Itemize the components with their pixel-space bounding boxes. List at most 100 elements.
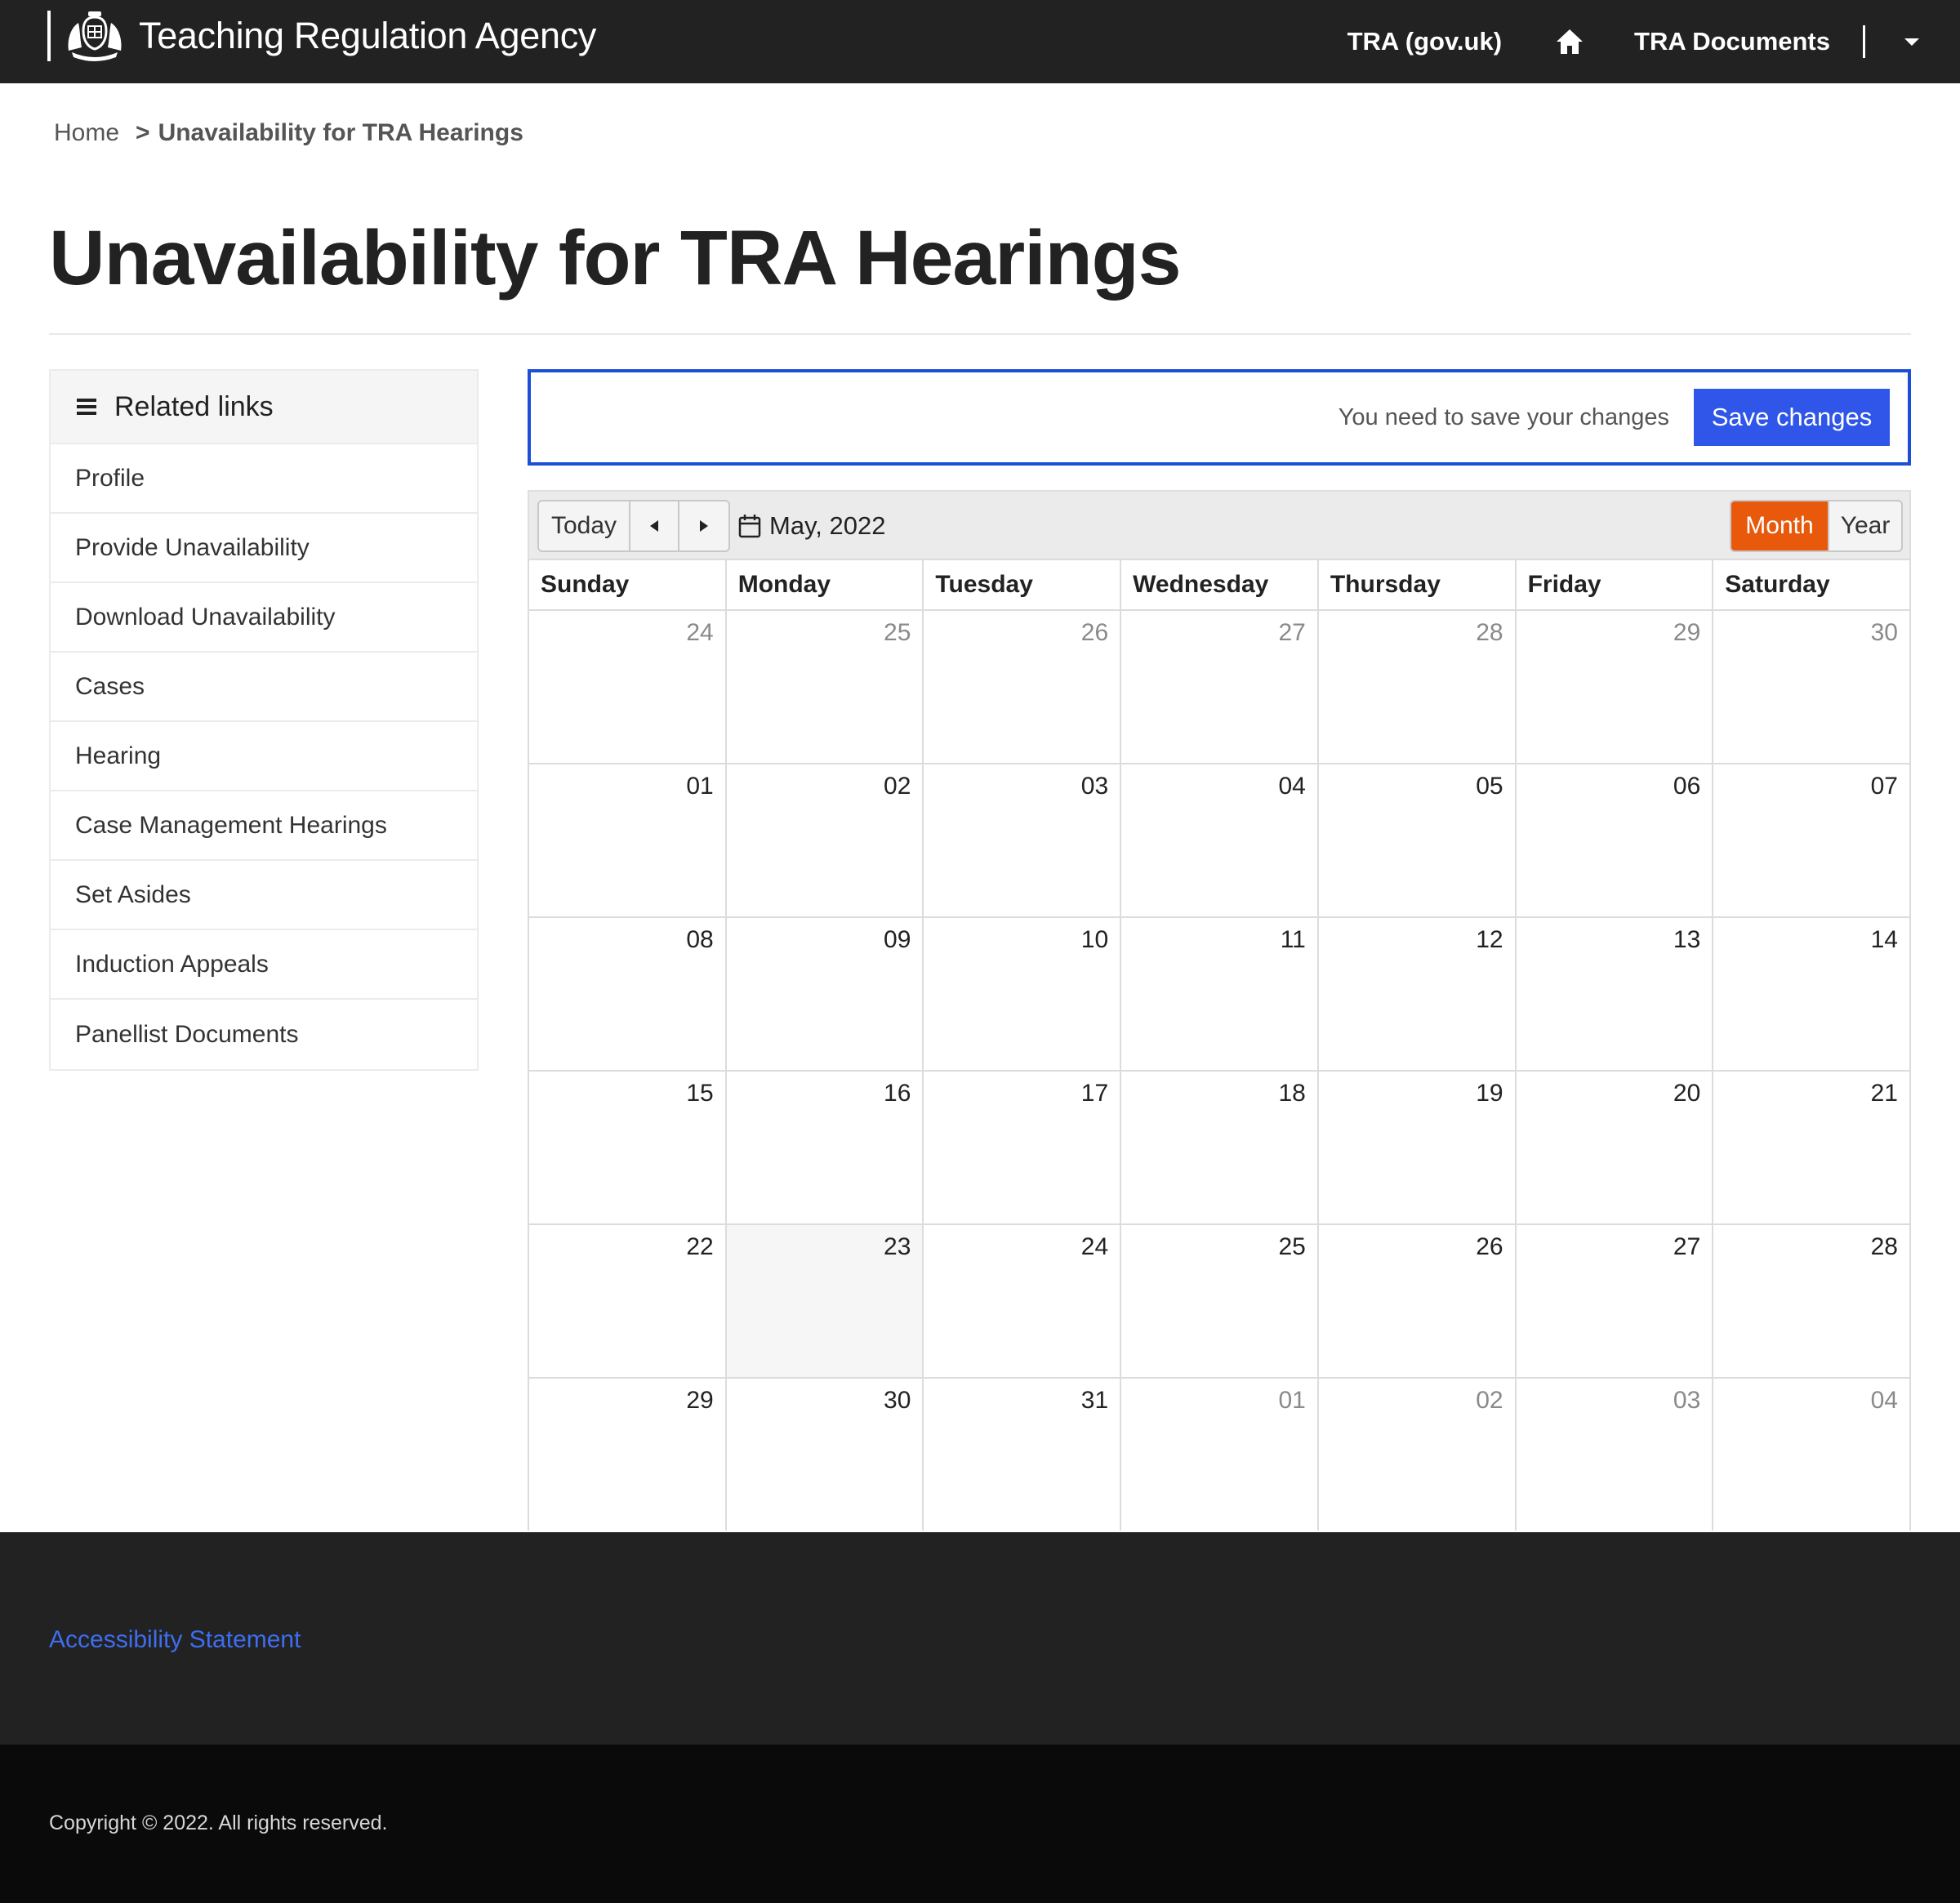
calendar-day[interactable]: 03 — [924, 764, 1122, 916]
calendar-day[interactable]: 03 — [1517, 1379, 1714, 1531]
calendar-day[interactable]: 17 — [924, 1072, 1122, 1223]
calendar-day[interactable]: 21 — [1713, 1072, 1911, 1223]
calendar-period-label: May, 2022 — [769, 511, 886, 540]
calendar-day[interactable]: 29 — [1517, 611, 1714, 763]
related-links-panel: Related links Profile Provide Unavailabi… — [49, 369, 479, 1071]
calendar-day[interactable]: 28 — [1319, 611, 1517, 763]
sidebar-item-provide-unavailability[interactable]: Provide Unavailability — [51, 514, 477, 583]
calendar-day[interactable]: 05 — [1319, 764, 1517, 916]
calendar-day[interactable]: 22 — [529, 1225, 727, 1377]
top-header: Teaching Regulation Agency TRA (gov.uk) … — [0, 0, 1960, 83]
calendar-toolbar: Today May, 2022 Month Year — [528, 490, 1911, 559]
calendar-day[interactable]: 13 — [1517, 918, 1714, 1070]
weekday-sunday: Sunday — [529, 560, 727, 609]
nav-link-tra-documents[interactable]: TRA Documents — [1634, 27, 1830, 56]
calendar-day[interactable]: 14 — [1713, 918, 1911, 1070]
calendar-day[interactable]: 02 — [727, 764, 924, 916]
caret-down-icon[interactable] — [1904, 38, 1919, 46]
caret-right-icon — [700, 520, 708, 532]
calendar-day[interactable]: 08 — [529, 918, 727, 1070]
calendar-day-today[interactable]: 23 — [726, 1225, 924, 1377]
footer: Accessibility Statement — [0, 1532, 1960, 1745]
page-title: Unavailability for TRA Hearings — [49, 215, 1182, 301]
day-number: 02 — [884, 773, 911, 800]
calendar-day[interactable]: 24 — [924, 1225, 1122, 1377]
sidebar-item-induction-appeals[interactable]: Induction Appeals — [51, 930, 477, 1000]
sidebar-item-hearing[interactable]: Hearing — [51, 722, 477, 791]
sidebar-item-download-unavailability[interactable]: Download Unavailability — [51, 583, 477, 653]
calendar-grid: Sunday Monday Tuesday Wednesday Thursday Frid… — [528, 559, 1911, 1531]
calendar-day[interactable]: 15 — [529, 1072, 727, 1223]
breadcrumb: Home > Unavailability for TRA Hearings — [54, 119, 523, 147]
calendar-day[interactable]: 29 — [529, 1379, 727, 1531]
brand[interactable]: Teaching Regulation Agency — [47, 10, 596, 62]
day-number: 06 — [1673, 773, 1701, 800]
day-number: 09 — [884, 926, 911, 953]
calendar-day[interactable]: 31 — [924, 1379, 1122, 1531]
weekday-monday: Monday — [727, 560, 924, 609]
calendar-day[interactable]: 27 — [1517, 1225, 1714, 1377]
month-view-button[interactable]: Month — [1731, 501, 1828, 550]
day-number: 29 — [1673, 619, 1701, 646]
calendar-day[interactable]: 27 — [1121, 611, 1319, 763]
calendar-day[interactable]: 06 — [1517, 764, 1714, 916]
sidebar-item-panellist-documents[interactable]: Panellist Documents — [51, 1000, 477, 1069]
calendar-day[interactable]: 30 — [1713, 611, 1911, 763]
day-number: 04 — [1870, 1387, 1898, 1414]
calendar-day[interactable]: 19 — [1319, 1072, 1517, 1223]
nav-link-tra-gov[interactable]: TRA (gov.uk) — [1348, 27, 1502, 56]
hamburger-icon — [77, 399, 96, 415]
caret-left-icon — [650, 520, 658, 532]
calendar-day[interactable]: 24 — [529, 611, 727, 763]
calendar-day[interactable]: 09 — [727, 918, 924, 1070]
breadcrumb-home[interactable]: Home — [54, 119, 119, 147]
calendar-day[interactable]: 11 — [1121, 918, 1319, 1070]
day-number: 16 — [884, 1080, 911, 1107]
day-number: 24 — [686, 619, 714, 646]
calendar-day[interactable]: 01 — [1121, 1379, 1319, 1531]
brand-divider — [47, 11, 51, 61]
today-button[interactable]: Today — [539, 501, 630, 550]
day-number: 22 — [686, 1233, 714, 1260]
sidebar-item-cases[interactable]: Cases — [51, 653, 477, 722]
calendar-day[interactable]: 20 — [1517, 1072, 1714, 1223]
calendar-day[interactable]: 04 — [1121, 764, 1319, 916]
calendar-day[interactable]: 07 — [1713, 764, 1911, 916]
day-number: 03 — [1673, 1387, 1701, 1414]
calendar-day[interactable]: 02 — [1319, 1379, 1517, 1531]
calendar-day[interactable]: 30 — [727, 1379, 924, 1531]
day-number: 11 — [1280, 926, 1306, 953]
prev-month-button[interactable] — [630, 501, 679, 550]
day-number: 08 — [686, 926, 714, 953]
day-number: 15 — [686, 1080, 714, 1107]
calendar-day[interactable]: 01 — [529, 764, 727, 916]
sidebar-item-profile[interactable]: Profile — [51, 444, 477, 514]
weekday-header-row: Sunday Monday Tuesday Wednesday Thursday Frid… — [529, 559, 1911, 609]
sidebar-item-set-asides[interactable]: Set Asides — [51, 861, 477, 930]
calendar-icon — [738, 515, 761, 538]
calendar-period[interactable]: May, 2022 — [738, 500, 885, 552]
calendar-day[interactable]: 04 — [1713, 1379, 1911, 1531]
calendar-day[interactable]: 28 — [1713, 1225, 1911, 1377]
next-month-button[interactable] — [679, 501, 728, 550]
day-number: 01 — [1278, 1387, 1306, 1414]
home-icon[interactable] — [1556, 28, 1584, 56]
nav-divider — [1863, 25, 1865, 58]
calendar-day[interactable]: 12 — [1319, 918, 1517, 1070]
day-number: 31 — [1080, 1387, 1109, 1414]
breadcrumb-separator: > — [136, 119, 150, 146]
calendar-day[interactable]: 10 — [924, 918, 1122, 1070]
calendar-day[interactable]: 26 — [924, 611, 1122, 763]
year-view-button[interactable]: Year — [1828, 501, 1901, 550]
calendar-day[interactable]: 25 — [727, 611, 924, 763]
day-number: 28 — [1870, 1233, 1898, 1260]
calendar-day[interactable]: 18 — [1121, 1072, 1319, 1223]
calendar-day[interactable]: 25 — [1121, 1225, 1319, 1377]
day-number: 30 — [1870, 619, 1898, 646]
weekday-wednesday: Wednesday — [1121, 560, 1319, 609]
accessibility-statement-link[interactable]: Accessibility Statement — [49, 1626, 301, 1654]
save-changes-button[interactable]: Save changes — [1694, 389, 1890, 446]
sidebar-item-case-management-hearings[interactable]: Case Management Hearings — [51, 791, 477, 861]
calendar-day[interactable]: 26 — [1319, 1225, 1517, 1377]
calendar-day[interactable]: 16 — [727, 1072, 924, 1223]
